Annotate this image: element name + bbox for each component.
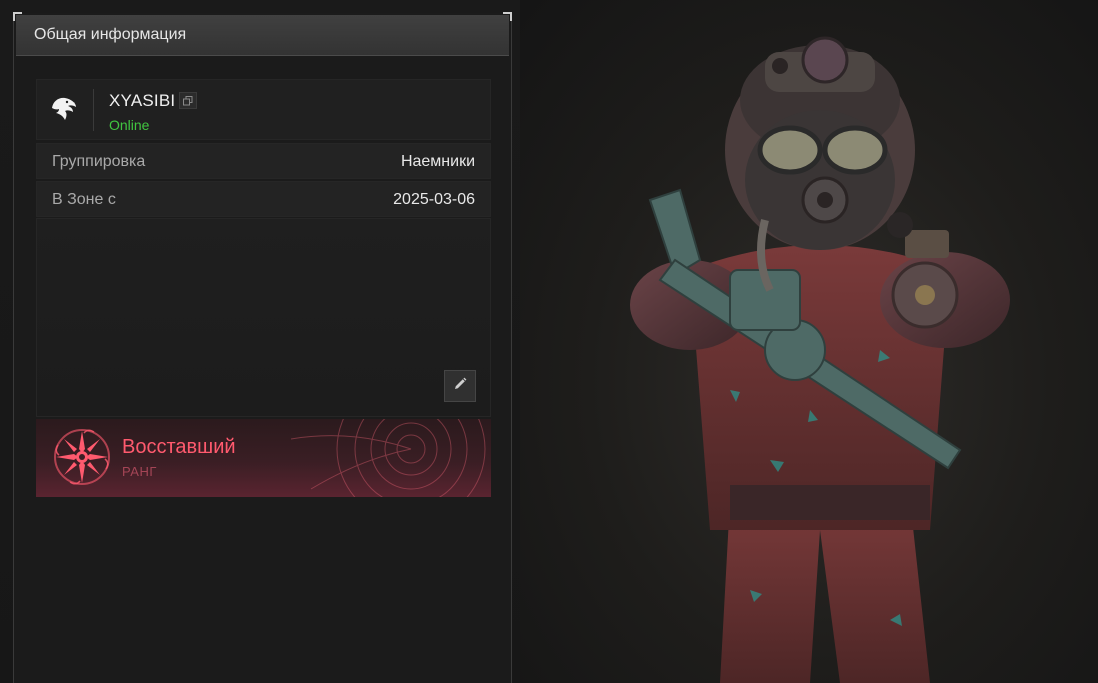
general-info-panel: Общая информация XYASIBI Online Группиро… [13, 12, 512, 683]
rank-emblem-icon [50, 425, 114, 489]
zone-since-label: В Зоне с [52, 191, 116, 208]
rank-title: Восставший [122, 436, 236, 458]
character-model [630, 36, 1010, 683]
rank-subtitle: РАНГ [122, 464, 157, 479]
copy-name-button[interactable] [179, 92, 197, 109]
eagle-icon [49, 94, 79, 124]
faction-value: Наемники [400, 153, 475, 170]
zone-since-value: 2025-03-06 [393, 191, 475, 208]
rank-banner: Восставший РАНГ [36, 419, 491, 497]
profile-card: XYASIBI Online [36, 79, 491, 140]
logo-separator [93, 89, 94, 131]
online-status: Online [109, 117, 150, 133]
copy-icon [183, 91, 193, 110]
player-name: XYASIBI [109, 91, 176, 110]
zone-since-row: В Зоне с 2025-03-06 [36, 181, 491, 217]
edit-bio-button[interactable] [444, 370, 476, 402]
bio-area [36, 218, 491, 417]
profile-screen: Общая информация XYASIBI Online Группиро… [0, 0, 1098, 683]
pencil-icon [452, 376, 468, 396]
panel-header: Общая информация [16, 15, 509, 56]
faction-label: Группировка [52, 153, 146, 170]
panel-title: Общая информация [34, 26, 187, 43]
rank-decoration [290, 419, 486, 497]
faction-row: Группировка Наемники [36, 143, 491, 179]
